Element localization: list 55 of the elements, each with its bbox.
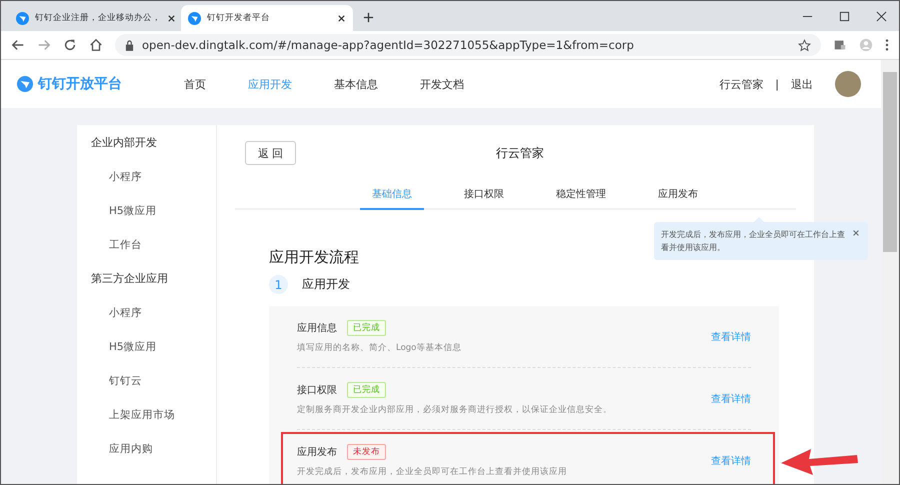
status-badge: 已完成 <box>347 382 386 398</box>
item-title: 接口权限 <box>297 384 337 396</box>
back-icon[interactable] <box>11 38 25 52</box>
tab[interactable]: 接口权限 <box>452 187 516 210</box>
address-bar[interactable]: open-dev.dingtalk.com/#/manage-app?agentId=302271055&appType=1&from=corp <box>115 34 821 56</box>
lock-icon <box>125 40 134 50</box>
item-title: 应用信息 <box>297 322 337 334</box>
item-description: 填写应用的名称、简介、Logo等基本信息 <box>297 342 462 354</box>
app-name: 行云管家 <box>496 144 544 162</box>
nav-link[interactable]: 开发文档 <box>420 76 464 92</box>
sidebar-group-title: 第三方企业应用 <box>91 271 169 287</box>
sidebar-item[interactable]: 应用内购 <box>91 441 216 475</box>
tooltip-text: 开发完成后，发布应用，企业全员即可在工作台上查看并使用该应用。 <box>661 229 846 254</box>
user-name[interactable]: 行云管家 <box>719 76 764 92</box>
item-description: 开发完成后，发布应用，企业全员即可在工作台上查看并使用该应用 <box>297 466 568 478</box>
item-description: 定制服务商开发企业内部应用，必须对服务商进行授权，以保证企业信息安全。 <box>297 404 613 416</box>
sidebar-group-title: 企业内部开发 <box>91 135 158 151</box>
sidebar-item[interactable]: 上架应用市场 <box>91 407 216 441</box>
close-icon[interactable] <box>876 10 887 22</box>
browser-tab[interactable]: 钉钉企业注册，企业移动办公， <box>9 5 181 31</box>
browser-tab[interactable]: 钉钉开发者平台 <box>181 5 353 31</box>
home-icon[interactable] <box>89 38 103 52</box>
logo-icon <box>188 12 201 24</box>
sidebar-item[interactable]: 工作台 <box>91 237 216 271</box>
logout-link[interactable]: 退出 <box>791 76 813 92</box>
star-icon[interactable] <box>798 38 811 52</box>
item-title: 应用发布 <box>297 446 337 458</box>
tab[interactable]: 稳定性管理 <box>544 187 618 210</box>
sidebar-item[interactable]: 小程序 <box>91 169 216 203</box>
section-heading: 应用开发流程 <box>269 248 359 267</box>
menu-icon[interactable] <box>885 38 889 52</box>
step-number: 1 <box>269 275 288 294</box>
reload-icon[interactable] <box>63 38 77 52</box>
sidebar-item[interactable]: 钉钉云 <box>91 373 216 407</box>
maximize-icon[interactable] <box>839 10 850 22</box>
status-badge: 未发布 <box>347 444 386 460</box>
scrollbar-thumb[interactable] <box>883 72 897 252</box>
sidebar-item[interactable]: H5微应用 <box>91 203 216 237</box>
extension-icon[interactable] <box>833 38 847 52</box>
step-title: 应用开发 <box>302 276 350 293</box>
logo-icon <box>16 12 29 24</box>
tab[interactable]: 应用发布 <box>646 187 710 210</box>
avatar[interactable] <box>835 71 861 97</box>
status-badge: 已完成 <box>347 320 386 336</box>
logo-icon <box>17 76 33 92</box>
separator: | <box>775 78 779 90</box>
add-icon[interactable] <box>363 12 374 23</box>
back-button[interactable]: 返 回 <box>245 141 296 165</box>
close-icon[interactable] <box>167 14 176 22</box>
sidebar-item[interactable]: H5微应用 <box>91 339 216 373</box>
close-icon[interactable] <box>337 14 346 22</box>
nav-link[interactable]: 首页 <box>184 76 206 92</box>
arrow-icon <box>779 446 859 476</box>
nav-link[interactable]: 基本信息 <box>334 76 378 92</box>
sidebar-item[interactable]: 小程序 <box>91 305 216 339</box>
